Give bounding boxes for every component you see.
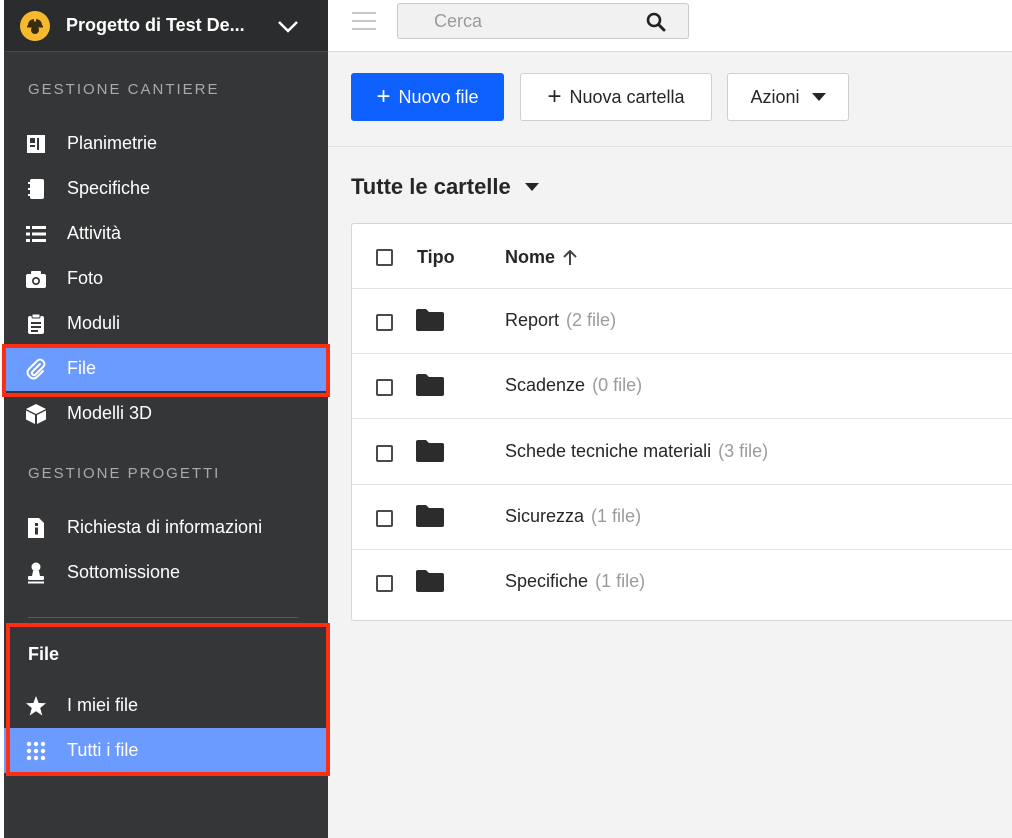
folder-name[interactable]: Specifiche (1 file): [505, 571, 645, 592]
plus-icon: +: [547, 83, 562, 110]
folder-name[interactable]: Schede tecniche materiali (3 file): [505, 441, 768, 462]
file-count: (2 file): [566, 310, 617, 330]
sidebar-item-label: Modelli 3D: [67, 403, 153, 423]
grid-dots-icon: [24, 739, 48, 763]
content-divider: [328, 146, 1012, 147]
search-icon[interactable]: [646, 12, 666, 37]
section-label-gestione-progetti: GESTIONE PROGETTI: [28, 465, 221, 482]
folders-table: Tipo Nome Report (2 file) Scadenze (0 fi…: [351, 223, 1012, 621]
file-count: (0 file): [592, 375, 643, 395]
sidebar-item-label: Tutti i file: [67, 740, 139, 760]
sidebar-item-label: Moduli: [67, 313, 121, 333]
sidebar-item-sottomissione[interactable]: Sottomissione: [4, 550, 328, 595]
table-row[interactable]: Sicurezza (1 file): [352, 485, 1012, 550]
new-folder-label: Nuova cartella: [569, 86, 685, 107]
camera-icon: [24, 267, 48, 291]
menu-icon[interactable]: [352, 12, 376, 32]
caret-down-icon: [524, 182, 539, 192]
folder-name-text: Specifiche: [505, 571, 589, 591]
folder-icon: [416, 440, 444, 467]
notebook-icon: [24, 177, 48, 201]
project-title: Progetto di Test De...: [66, 15, 245, 35]
folder-icon: [416, 374, 444, 401]
stamp-icon: [24, 561, 48, 585]
sidebar-item-label: Sottomissione: [67, 562, 181, 582]
sidebar-item-attivita[interactable]: Attività: [4, 211, 328, 256]
sidebar: Progetto di Test De... GESTIONE CANTIERE…: [0, 0, 330, 838]
folder-scope-label: Tutte le cartelle: [351, 174, 511, 199]
sidebar-item-moduli[interactable]: Moduli: [4, 301, 328, 346]
column-header-name[interactable]: Nome: [505, 247, 577, 268]
row-checkbox[interactable]: [376, 575, 393, 592]
column-header-name-label: Nome: [505, 247, 556, 267]
sidebar-item-label: Attività: [67, 223, 122, 243]
info-document-icon: [24, 516, 48, 540]
sidebar-item-tutti-i-file[interactable]: Tutti i file: [4, 728, 328, 773]
caret-down-icon: [811, 92, 826, 102]
plus-icon: +: [376, 83, 391, 110]
file-count: (1 file): [595, 571, 646, 591]
top-bar: [328, 0, 1012, 52]
sidebar-item-specifiche[interactable]: Specifiche: [4, 166, 328, 211]
search-input[interactable]: [434, 4, 654, 38]
actions-label: Azioni: [750, 86, 800, 107]
sidebar-item-label: Richiesta di informazioni: [67, 517, 263, 537]
table-row[interactable]: Schede tecniche materiali (3 file): [352, 420, 1012, 485]
select-all-checkbox[interactable]: [376, 249, 393, 266]
cube-icon: [24, 402, 48, 426]
file-count: (1 file): [591, 506, 642, 526]
sidebar-item-label: Foto: [67, 268, 104, 288]
folder-name[interactable]: Report (2 file): [505, 310, 616, 331]
column-header-type[interactable]: Tipo: [417, 247, 455, 268]
search-box: [397, 3, 689, 39]
clipboard-icon: [24, 312, 48, 336]
folder-scope-dropdown[interactable]: Tutte le cartelle: [351, 174, 539, 200]
folder-name[interactable]: Scadenze (0 file): [505, 375, 642, 396]
list-icon: [24, 222, 48, 246]
sidebar-item-i-miei-file[interactable]: I miei file: [4, 683, 328, 728]
folder-icon: [416, 309, 444, 336]
table-row[interactable]: Specifiche (1 file): [352, 550, 1012, 615]
sidebar-divider: [28, 617, 298, 618]
folder-icon: [416, 505, 444, 532]
folder-name-text: Schede tecniche materiali: [505, 441, 712, 461]
sidebar-item-planimetrie[interactable]: Planimetrie: [4, 121, 328, 166]
sidebar-item-label: Specifiche: [67, 178, 151, 198]
sidebar-item-modelli-3d[interactable]: Modelli 3D: [4, 391, 328, 436]
section-label-gestione-cantiere: GESTIONE CANTIERE: [28, 81, 220, 98]
sidebar-item-richiesta-informazioni[interactable]: Richiesta di informazioni: [4, 505, 328, 550]
folder-icon: [416, 570, 444, 597]
star-icon: [24, 694, 48, 718]
sort-ascending-icon: [563, 249, 577, 266]
folder-name[interactable]: Sicurezza (1 file): [505, 506, 641, 527]
file-count: (3 file): [718, 441, 769, 461]
folder-name-text: Report: [505, 310, 560, 330]
folder-name-text: Scadenze: [505, 375, 586, 395]
table-header: Tipo Nome: [352, 224, 1012, 289]
files-panel-title: File: [28, 644, 60, 664]
row-checkbox[interactable]: [376, 510, 393, 527]
paperclip-icon: [24, 357, 48, 381]
folder-name-text: Sicurezza: [505, 506, 585, 526]
row-checkbox[interactable]: [376, 379, 393, 396]
floorplan-icon: [24, 132, 48, 156]
sidebar-item-label: File: [67, 358, 97, 378]
sidebar-item-foto[interactable]: Foto: [4, 256, 328, 301]
sidebar-item-file[interactable]: File: [4, 346, 328, 391]
project-switcher[interactable]: Progetto di Test De...: [4, 0, 328, 52]
sidebar-item-label: Planimetrie: [67, 133, 158, 153]
project-logo-icon: [20, 10, 50, 41]
new-file-label: Nuovo file: [398, 86, 479, 107]
row-checkbox[interactable]: [376, 314, 393, 331]
row-checkbox[interactable]: [376, 445, 393, 462]
chevron-down-icon[interactable]: [276, 14, 300, 43]
new-file-button[interactable]: + Nuovo file: [351, 73, 504, 121]
sidebar-item-label: I miei file: [67, 695, 139, 715]
table-row[interactable]: Report (2 file): [352, 289, 1012, 354]
table-row[interactable]: Scadenze (0 file): [352, 354, 1012, 419]
actions-dropdown-button[interactable]: Azioni: [727, 73, 849, 121]
new-folder-button[interactable]: + Nuova cartella: [520, 73, 712, 121]
